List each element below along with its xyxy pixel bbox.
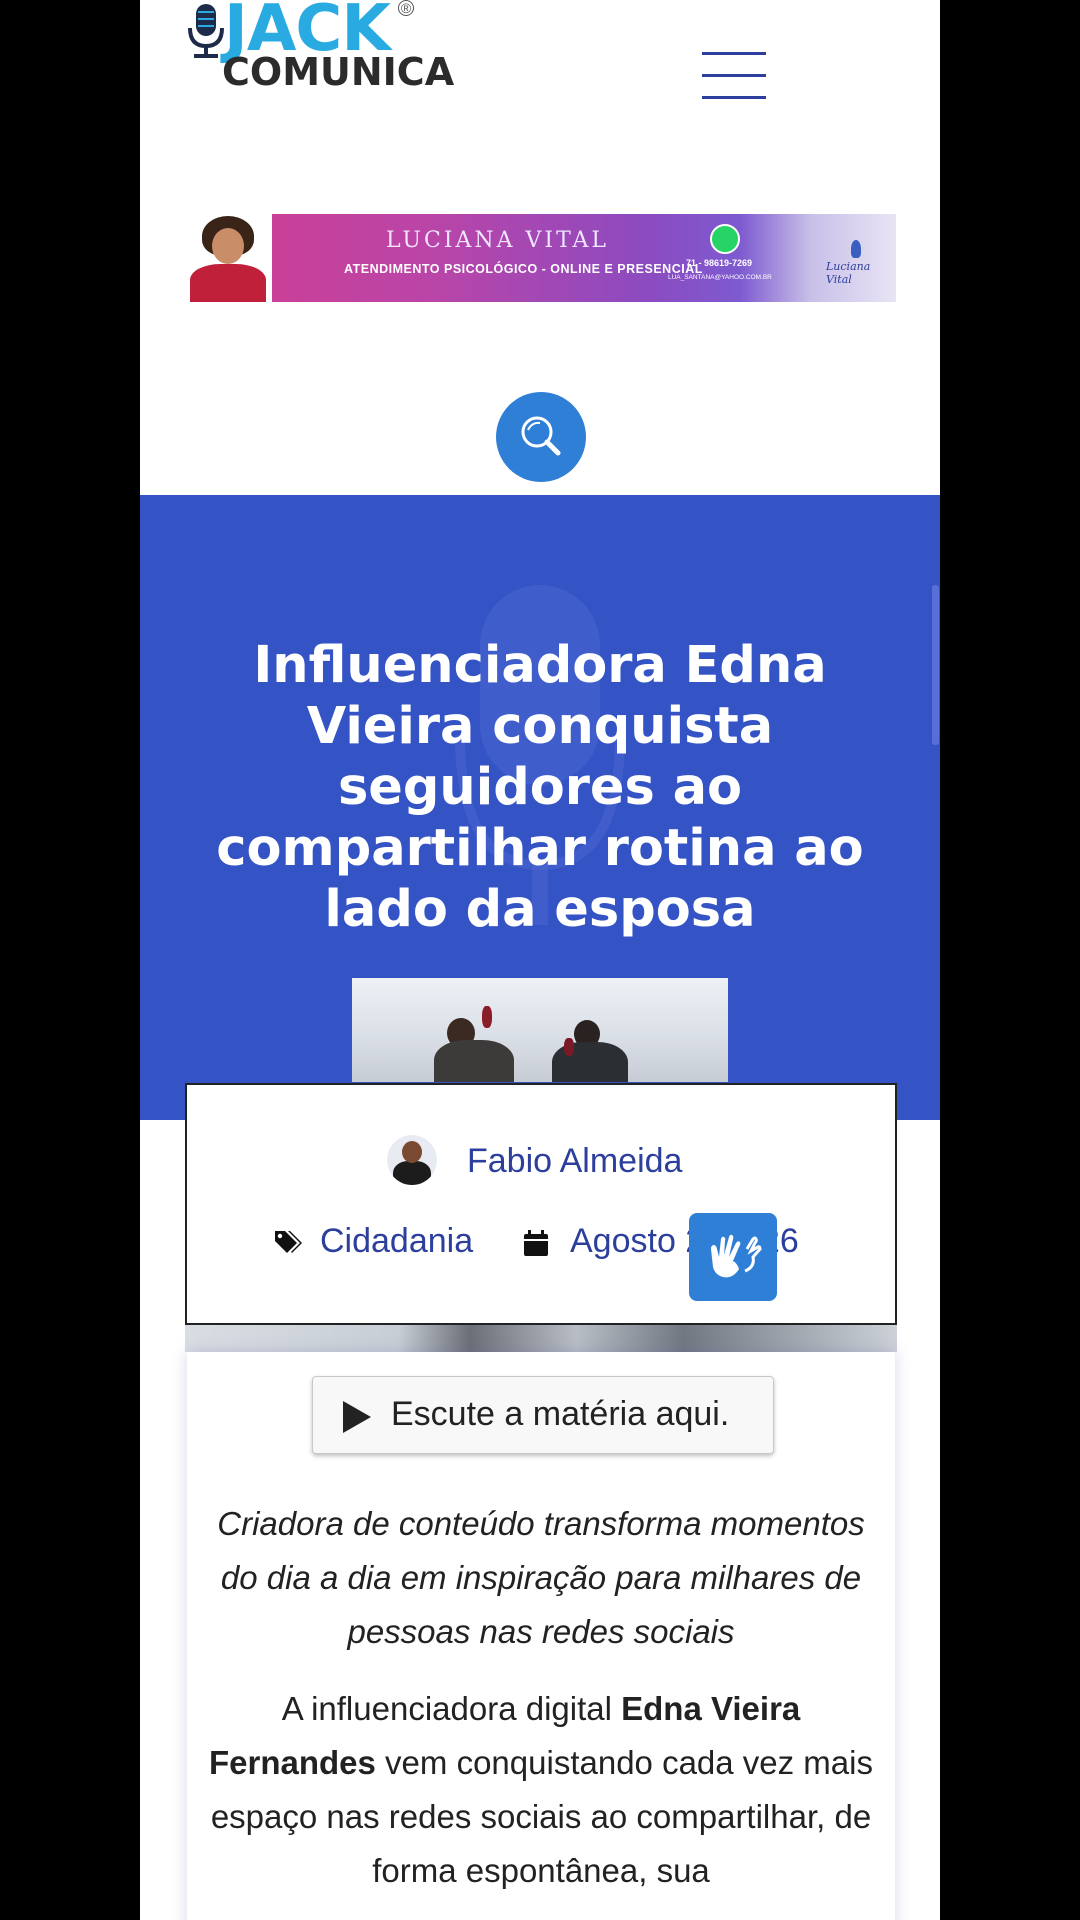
article-title: Influenciadora Edna Vieira conquista seg…	[216, 636, 864, 939]
search-icon	[521, 416, 561, 456]
accessibility-button[interactable]	[689, 1213, 777, 1301]
ad-banner[interactable]: LUCIANA VITAL ATENDIMENTO PSICOLÓGICO - …	[186, 214, 896, 302]
article-subtitle: Criadora de conteúdo transforma momentos…	[217, 1505, 865, 1650]
ad-subtitle: ATENDIMENTO PSICOLÓGICO - ONLINE E PRESE…	[344, 262, 703, 276]
logo-comunica-text: COMUNICA	[222, 50, 455, 94]
ad-name: LUCIANA VITAL	[386, 228, 610, 253]
article-body-paragraph: A influenciadora digital Edna Vieira Fer…	[207, 1682, 875, 1898]
ad-phone: 71 - 98619-7269	[686, 258, 753, 268]
tags-icon	[275, 1231, 302, 1253]
ad-portrait	[186, 214, 272, 302]
page: JACK ® COMUNICA LUCIANA VITAL ATENDIMENT…	[140, 0, 940, 1920]
category-link[interactable]: Cidadania	[320, 1222, 473, 1261]
whatsapp-icon	[710, 224, 740, 254]
play-icon	[343, 1401, 371, 1433]
article-featured-image	[352, 978, 728, 1082]
ad-email: LUA_SANTANA@YAHOO.COM.BR	[668, 274, 772, 281]
article-featured-image-bottom	[185, 1322, 897, 1352]
hamburger-menu-icon[interactable]	[702, 48, 766, 104]
site-logo[interactable]: JACK ® COMUNICA	[180, 0, 454, 100]
listen-label: Escute a matéria aqui.	[391, 1395, 730, 1433]
ad-signature: Luciana Vital	[826, 260, 871, 286]
article-meta: Fabio Almeida Cidadania Agosto 2, 2026	[185, 1083, 897, 1325]
body-intro: A influenciadora digital	[281, 1690, 622, 1727]
calendar-icon	[524, 1230, 548, 1256]
sign-language-hands-icon	[711, 1234, 762, 1278]
author-link[interactable]: Fabio Almeida	[467, 1142, 682, 1181]
search-button[interactable]	[496, 392, 586, 482]
page-scrollbar[interactable]	[932, 585, 939, 745]
article-content: Escute a matéria aqui. Criadora de conte…	[187, 1352, 895, 1920]
logo-registered-mark: ®	[398, 0, 414, 16]
listen-article-button[interactable]: Escute a matéria aqui.	[312, 1376, 774, 1454]
bird-logo-icon	[851, 240, 861, 258]
author-avatar[interactable]	[387, 1135, 437, 1185]
